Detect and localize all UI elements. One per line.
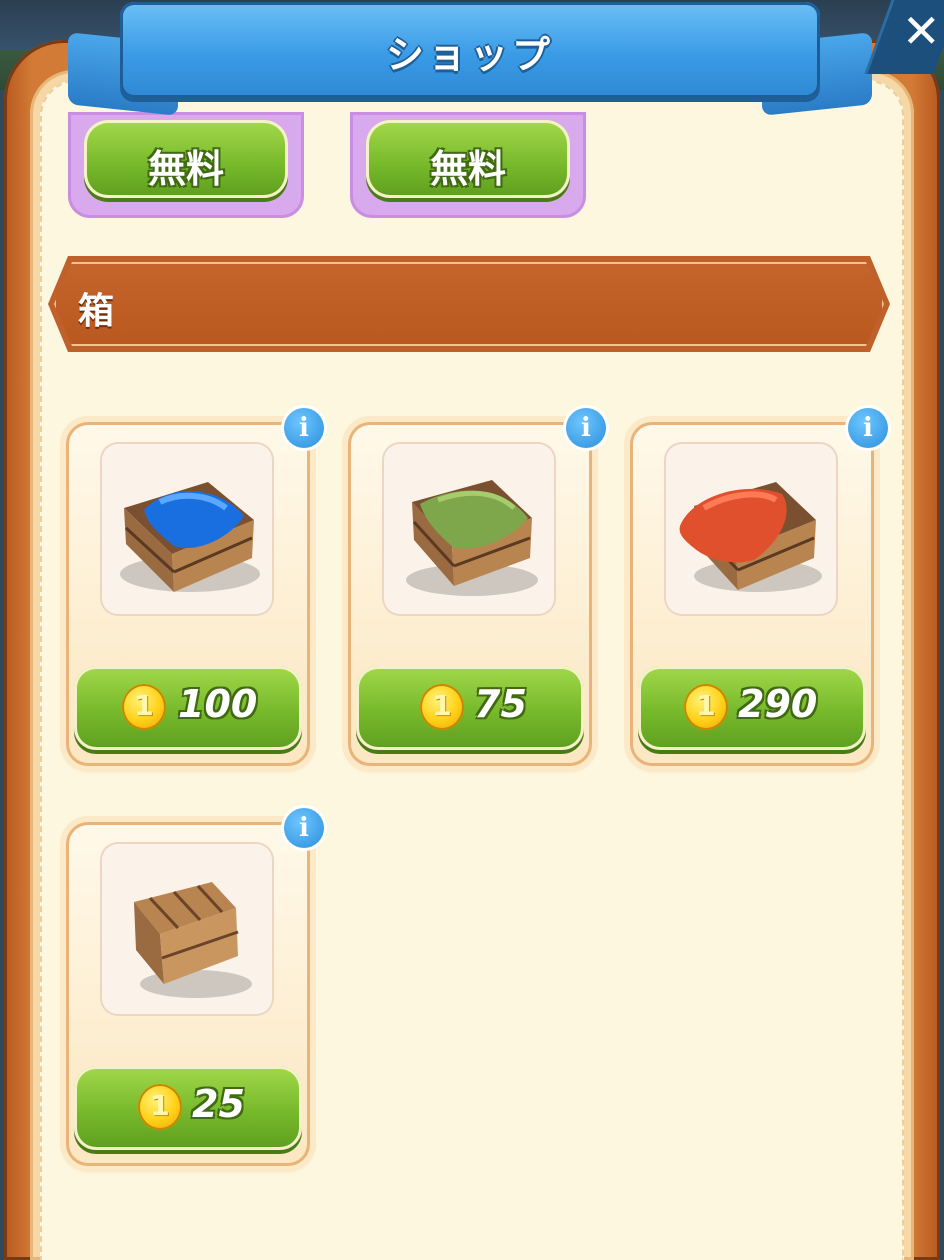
product-image (100, 842, 274, 1016)
info-icon[interactable]: i (566, 408, 606, 448)
product-card[interactable]: 75 i (348, 408, 606, 766)
buy-button[interactable]: 290 (638, 666, 866, 750)
info-icon[interactable]: i (284, 808, 324, 848)
free-label: 無料 (429, 147, 506, 191)
title-banner: ショップ (68, 2, 872, 116)
section-header-boxes: 箱 (48, 256, 890, 352)
product-image (382, 442, 556, 616)
product-image (100, 442, 274, 616)
info-icon[interactable]: i (284, 408, 324, 448)
gold-coin-icon (420, 684, 464, 730)
gold-coin-icon (684, 684, 728, 730)
gold-coin-icon (122, 684, 166, 730)
price-label: 100 (178, 682, 258, 726)
free-offer-card: 無料 (350, 112, 586, 218)
red-cloth-crate-icon (679, 482, 822, 592)
closed-crate-icon (134, 882, 252, 998)
free-claim-button[interactable]: 無料 (366, 120, 570, 198)
product-card[interactable]: 25 i (66, 808, 324, 1166)
section-label: 箱 (78, 291, 115, 332)
free-offer-card: 無料 (68, 112, 304, 218)
green-cloth-crate-icon (406, 480, 538, 596)
buy-button[interactable]: 75 (356, 666, 584, 750)
price-label: 290 (738, 682, 818, 726)
info-icon[interactable]: i (848, 408, 888, 448)
close-icon[interactable]: ✕ (902, 8, 941, 54)
buy-button[interactable]: 100 (74, 666, 302, 750)
gold-coin-icon (138, 1084, 182, 1130)
buy-button[interactable]: 25 (74, 1066, 302, 1150)
price-label: 25 (192, 1082, 245, 1126)
page-title: ショップ (385, 33, 554, 77)
free-claim-button[interactable]: 無料 (84, 120, 288, 198)
product-card[interactable]: 100 i (66, 408, 324, 766)
free-label: 無料 (147, 147, 224, 191)
price-label: 75 (474, 682, 527, 726)
product-image (664, 442, 838, 616)
product-card[interactable]: 290 i (630, 408, 888, 766)
blue-cloth-crate-icon (120, 482, 260, 592)
